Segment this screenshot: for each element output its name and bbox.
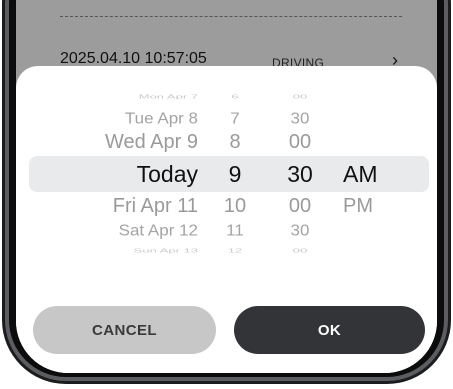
day-wheel[interactable]: Mon Apr 7 Tue Apr 8 Wed Apr 9 Today Fri Apr … bbox=[16, 78, 198, 262]
period-wheel[interactable]: AM PM bbox=[343, 78, 403, 262]
day-selected[interactable]: Today bbox=[137, 162, 198, 186]
period-selected[interactable]: AM bbox=[343, 162, 378, 186]
minute-option[interactable]: 30 bbox=[291, 110, 310, 125]
day-option[interactable]: Fri Apr 11 bbox=[113, 196, 198, 216]
phone-screen: 2025.04.10 10:57:05 DRIVING › Mon Apr 7T… bbox=[16, 0, 437, 373]
hour-option[interactable]: 10 bbox=[224, 196, 246, 216]
minute-wheel[interactable]: 00 30 00 30 00 30 00 bbox=[274, 78, 326, 262]
cancel-button[interactable]: CANCEL bbox=[33, 306, 216, 354]
day-option[interactable]: Mon Apr 7 bbox=[139, 93, 198, 99]
ok-button[interactable]: OK bbox=[234, 306, 425, 354]
minute-option[interactable]: 30 bbox=[291, 222, 310, 237]
minute-option[interactable]: 00 bbox=[293, 93, 307, 99]
hour-wheel[interactable]: 6 7 8 9 10 11 12 bbox=[213, 78, 257, 262]
day-option[interactable]: Sun Apr 13 bbox=[134, 247, 198, 253]
day-option[interactable]: Sat Apr 12 bbox=[119, 222, 198, 237]
hour-option[interactable]: 7 bbox=[230, 110, 239, 125]
date-time-picker-sheet: Mon Apr 7 Tue Apr 8 Wed Apr 9 Today Fri Apr … bbox=[16, 66, 437, 373]
device-viewport: 2025.04.10 10:57:05 DRIVING › Mon Apr 7T… bbox=[0, 0, 453, 389]
dashed-divider bbox=[60, 16, 402, 17]
minute-option[interactable]: 00 bbox=[289, 196, 311, 216]
day-option[interactable]: Wed Apr 9 bbox=[105, 132, 198, 152]
hour-option[interactable]: 12 bbox=[228, 247, 242, 253]
hour-option[interactable]: 6 bbox=[231, 93, 238, 99]
day-option[interactable]: Tue Apr 8 bbox=[125, 110, 198, 125]
hour-option[interactable]: 11 bbox=[226, 222, 244, 237]
hour-option[interactable]: 8 bbox=[229, 132, 240, 152]
period-option[interactable]: PM bbox=[343, 196, 373, 216]
date-time-picker: Mon Apr 7 Tue Apr 8 Wed Apr 9 Today Fri Apr … bbox=[16, 78, 437, 262]
minute-option[interactable]: 00 bbox=[289, 132, 311, 152]
hour-selected[interactable]: 9 bbox=[229, 162, 242, 186]
minute-selected[interactable]: 30 bbox=[287, 162, 313, 186]
minute-option[interactable]: 00 bbox=[293, 247, 307, 253]
